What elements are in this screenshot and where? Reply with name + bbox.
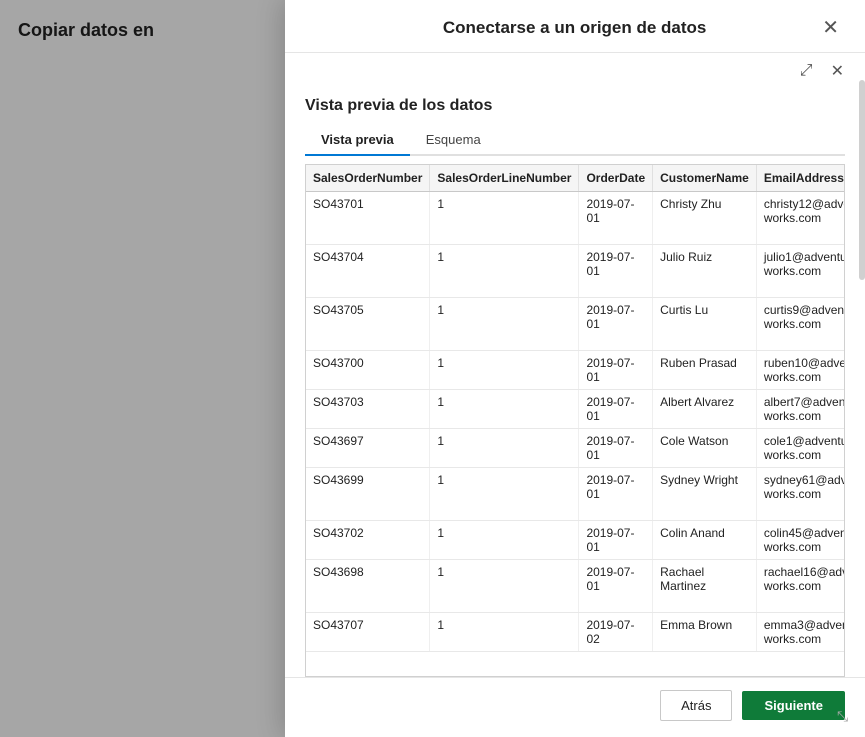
expand-button[interactable]: ⤢ <box>795 59 818 83</box>
col-header-salesordernumber: SalesOrderNumber <box>306 165 430 192</box>
cell-customername: Julio Ruiz <box>653 245 757 298</box>
cell-customername: Christy Zhu <box>653 192 757 245</box>
modal-close-button[interactable]: ✕ <box>816 16 845 40</box>
cell-salesordernumber: SO43707 <box>306 613 430 652</box>
back-button[interactable]: Atrás <box>660 690 732 721</box>
cell-salesordernumber: SO43698 <box>306 560 430 613</box>
table-row: SO4369712019-07-01Cole Watsoncole1@adven… <box>306 429 845 468</box>
cell-orderdate: 2019-07-01 <box>579 468 653 521</box>
resize-handle[interactable]: ⤡ <box>837 709 851 723</box>
cell-emailaddress: rachael16@adventure-works.com <box>756 560 845 613</box>
cell-salesordernumber: SO43703 <box>306 390 430 429</box>
table-row: SO4370112019-07-01Christy Zhuchristy12@a… <box>306 192 845 245</box>
cell-salesorderlinenumber: 1 <box>430 613 579 652</box>
col-header-salesorderlinenumber: SalesOrderLineNumber <box>430 165 579 192</box>
tab-vista-previa[interactable]: Vista previa <box>305 125 410 156</box>
modal-footer: Atrás Siguiente <box>285 677 865 737</box>
cell-salesorderlinenumber: 1 <box>430 521 579 560</box>
cell-salesordernumber: SO43702 <box>306 521 430 560</box>
cell-orderdate: 2019-07-01 <box>579 560 653 613</box>
cell-orderdate: 2019-07-01 <box>579 429 653 468</box>
cell-orderdate: 2019-07-01 <box>579 192 653 245</box>
table-row: SO4369812019-07-01Rachael Martinezrachae… <box>306 560 845 613</box>
cell-salesordernumber: SO43700 <box>306 351 430 390</box>
data-table-wrapper[interactable]: SalesOrderNumber SalesOrderLineNumber Or… <box>305 164 845 677</box>
cell-customername: Albert Alvarez <box>653 390 757 429</box>
table-row: SO4370712019-07-02Emma Brownemma3@advent… <box>306 613 845 652</box>
cell-salesordernumber: SO43705 <box>306 298 430 351</box>
table-row: SO4370212019-07-01Colin Anandcolin45@adv… <box>306 521 845 560</box>
cell-salesordernumber: SO43697 <box>306 429 430 468</box>
cell-salesorderlinenumber: 1 <box>430 298 579 351</box>
cell-salesorderlinenumber: 1 <box>430 560 579 613</box>
modal-toolbar: ⤢ ✕ <box>285 53 865 83</box>
modal-overlay: Conectarse a un origen de datos ✕ ⤢ ✕ Vi… <box>0 0 865 737</box>
cell-salesorderlinenumber: 1 <box>430 351 579 390</box>
tab-esquema[interactable]: Esquema <box>410 125 497 156</box>
cell-salesordernumber: SO43704 <box>306 245 430 298</box>
cell-emailaddress: julio1@adventure-works.com <box>756 245 845 298</box>
next-button[interactable]: Siguiente <box>742 691 845 720</box>
cell-customername: Colin Anand <box>653 521 757 560</box>
cell-orderdate: 2019-07-01 <box>579 298 653 351</box>
cell-customername: Sydney Wright <box>653 468 757 521</box>
data-table: SalesOrderNumber SalesOrderLineNumber Or… <box>306 165 845 652</box>
cell-salesorderlinenumber: 1 <box>430 192 579 245</box>
modal-header: Conectarse a un origen de datos ✕ <box>285 0 865 53</box>
tabs: Vista previa Esquema <box>305 125 845 156</box>
cell-emailaddress: sydney61@adventure-works.com <box>756 468 845 521</box>
scrollbar[interactable] <box>859 80 865 280</box>
cell-orderdate: 2019-07-01 <box>579 351 653 390</box>
cell-customername: Rachael Martinez <box>653 560 757 613</box>
col-header-customername: CustomerName <box>653 165 757 192</box>
cell-emailaddress: christy12@adventure-works.com <box>756 192 845 245</box>
cell-salesorderlinenumber: 1 <box>430 245 579 298</box>
table-row: SO4370512019-07-01Curtis Lucurtis9@adven… <box>306 298 845 351</box>
cell-emailaddress: emma3@adventure-works.com <box>756 613 845 652</box>
modal-body: Vista previa de los datos Vista previa E… <box>285 83 865 677</box>
cell-emailaddress: cole1@adventure-works.com <box>756 429 845 468</box>
col-header-orderdate: OrderDate <box>579 165 653 192</box>
cell-salesorderlinenumber: 1 <box>430 390 579 429</box>
cell-emailaddress: ruben10@adventure-works.com <box>756 351 845 390</box>
cell-customername: Curtis Lu <box>653 298 757 351</box>
cell-customername: Cole Watson <box>653 429 757 468</box>
table-header-row: SalesOrderNumber SalesOrderLineNumber Or… <box>306 165 845 192</box>
modal-title: Conectarse a un origen de datos <box>333 18 816 38</box>
cell-salesorderlinenumber: 1 <box>430 429 579 468</box>
modal: Conectarse a un origen de datos ✕ ⤢ ✕ Vi… <box>285 0 865 737</box>
cell-orderdate: 2019-07-01 <box>579 390 653 429</box>
table-row: SO4370312019-07-01Albert Alvarezalbert7@… <box>306 390 845 429</box>
cell-customername: Ruben Prasad <box>653 351 757 390</box>
cell-emailaddress: colin45@adventure-works.com <box>756 521 845 560</box>
cell-salesordernumber: SO43701 <box>306 192 430 245</box>
cell-orderdate: 2019-07-01 <box>579 521 653 560</box>
cell-orderdate: 2019-07-02 <box>579 613 653 652</box>
close2-button[interactable]: ✕ <box>826 59 849 83</box>
table-row: SO4370012019-07-01Ruben Prasadruben10@ad… <box>306 351 845 390</box>
cell-emailaddress: curtis9@adventure-works.com <box>756 298 845 351</box>
table-row: SO4369912019-07-01Sydney Wrightsydney61@… <box>306 468 845 521</box>
cell-salesordernumber: SO43699 <box>306 468 430 521</box>
cell-salesorderlinenumber: 1 <box>430 468 579 521</box>
cell-emailaddress: albert7@adventure-works.com <box>756 390 845 429</box>
section-title: Vista previa de los datos <box>305 83 845 125</box>
col-header-emailaddress: EmailAddress <box>756 165 845 192</box>
table-row: SO4370412019-07-01Julio Ruizjulio1@adven… <box>306 245 845 298</box>
cell-orderdate: 2019-07-01 <box>579 245 653 298</box>
cell-customername: Emma Brown <box>653 613 757 652</box>
